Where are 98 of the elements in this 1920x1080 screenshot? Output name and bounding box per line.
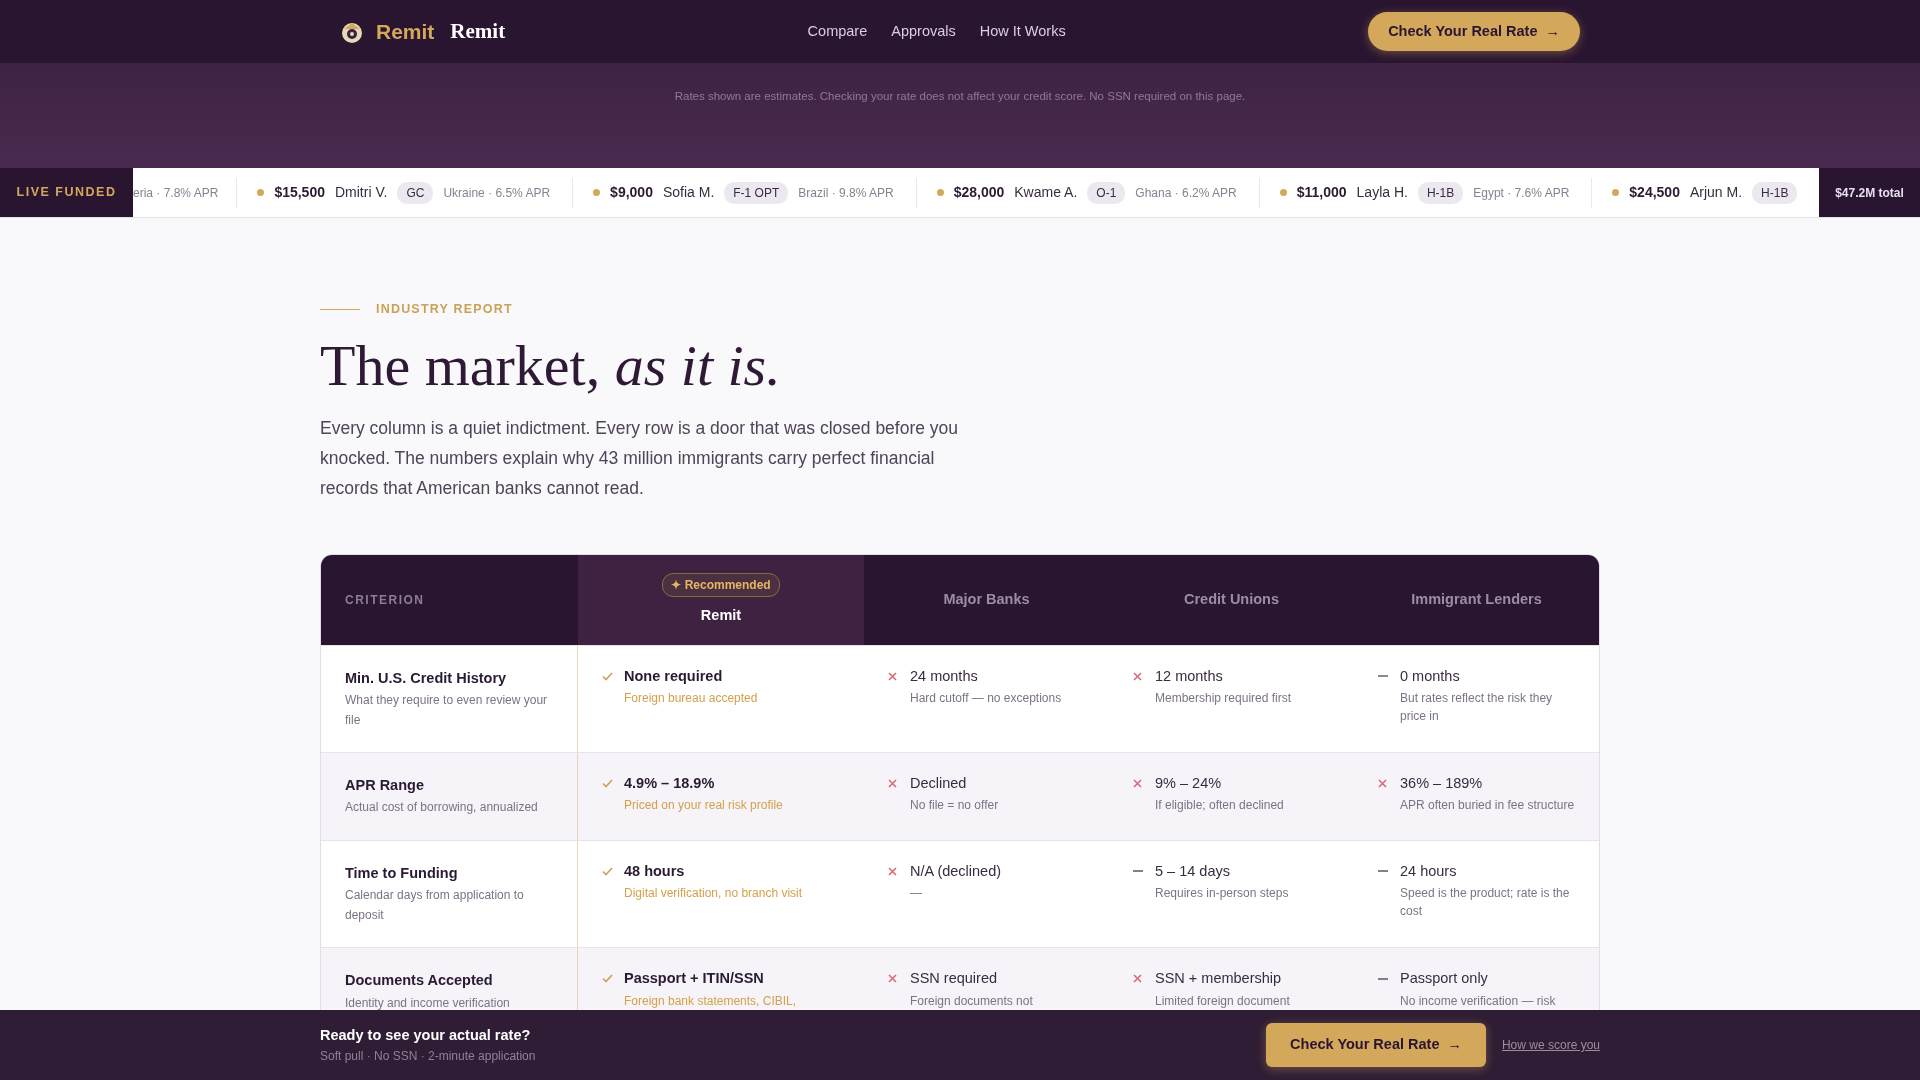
brand-wordmark[interactable]: Remit — [450, 15, 506, 48]
cell-value: SSN + membership — [1155, 968, 1283, 988]
check-icon — [602, 866, 613, 876]
rate-button[interactable]: Check Your Real Rate → — [1266, 1023, 1486, 1067]
cell-note: Membership required first — [1155, 690, 1292, 708]
visa-tag: O-1 — [1087, 181, 1126, 204]
cell-note: Requires in-person steps — [1155, 885, 1289, 903]
ticker-amount: $24,500 — [1629, 183, 1680, 202]
column-header: CRITERION — [344, 591, 426, 609]
disclaimer-text: Rates shown are estimates. Checking your rate does not affect your credit score. No SSN required on this page. — [674, 89, 1246, 104]
cross-icon — [1133, 974, 1142, 984]
page-title: The market, as it is. — [320, 331, 782, 400]
cell-note: Limited foreign document — [1155, 992, 1290, 1010]
section-eyebrow: INDUSTRY REPORT — [376, 301, 513, 318]
score-link[interactable]: How we score you — [1501, 1036, 1600, 1054]
nav-link[interactable]: Compare — [807, 20, 868, 43]
cta-subtitle: Soft pull · No SSN · 2-minute application — [320, 1047, 536, 1065]
cell-note: Foreign bureau accepted — [624, 690, 758, 708]
criterion-name: Min. U.S. Credit History — [345, 668, 508, 688]
dash-icon — [1378, 870, 1388, 873]
cross-icon — [1378, 779, 1387, 788]
cell-note: Hard cutoff — no exceptions — [910, 690, 1062, 708]
nav-link[interactable]: Approvals — [891, 20, 956, 43]
ticker-amount: $15,500 — [274, 183, 325, 202]
nav-link[interactable]: How It Works — [979, 20, 1066, 43]
cell-note: Foreign bank statements, CIBIL, — [624, 992, 797, 1010]
ticker-name: Sofia M. — [662, 183, 715, 202]
column-header: Immigrant Lenders — [1411, 589, 1542, 609]
ticker-amount: $11,000 — [1296, 183, 1347, 202]
dash-icon — [1378, 977, 1388, 980]
criterion-description: Calendar days from application to deposit — [345, 887, 525, 924]
cell-value: N/A (declined) — [910, 861, 1002, 881]
check-icon — [602, 974, 613, 984]
cell-note: — — [910, 885, 923, 903]
visa-tag: F-1 OPT — [724, 181, 789, 204]
cell-note: But rates reflect the risk they price in — [1400, 690, 1554, 725]
ticker-name: Layla H. — [1356, 183, 1408, 202]
ticker-amount: $9,000 — [610, 183, 653, 202]
ticker-name: Kwame A. — [1014, 183, 1078, 202]
check-icon — [602, 779, 613, 788]
ticker-detail: Ukraine · 6.5% APR — [443, 184, 551, 202]
visa-tag: H-1B — [1417, 181, 1464, 204]
dash-icon — [1133, 870, 1143, 873]
dash-icon — [1378, 675, 1388, 678]
brand-name[interactable]: Remit — [376, 15, 435, 48]
cell-note: No file = no offer — [910, 797, 999, 815]
ticker-detail: Brazil · 9.8% APR — [798, 184, 894, 202]
visa-tag: H-1B — [1752, 181, 1798, 204]
cell-note: Foreign documents not — [910, 992, 1033, 1010]
check-icon — [602, 671, 613, 681]
criterion-name: Documents Accepted — [345, 970, 494, 990]
cell-value: 0 months — [1400, 666, 1461, 686]
cross-icon — [888, 974, 897, 984]
ticker-amount: $28,000 — [953, 183, 1005, 202]
cell-value: None required — [624, 666, 724, 686]
cell-value: Declined — [910, 773, 968, 793]
cell-value: Passport + ITIN/SSN — [624, 968, 765, 988]
live-label: LIVE FUNDED — [0, 168, 133, 217]
cell-value: 12 months — [1155, 666, 1224, 686]
column-header: Credit Unions — [1183, 589, 1280, 609]
cross-icon — [1133, 779, 1142, 788]
cell-value: 9% – 24% — [1155, 773, 1223, 793]
column-header: Major Banks — [943, 589, 1030, 609]
cell-value: 5 – 14 days — [1155, 861, 1231, 881]
cell-value: 4.9% – 18.9% — [624, 773, 716, 793]
cross-icon — [888, 779, 897, 788]
cross-icon — [1133, 671, 1142, 681]
cell-note: If eligible; often declined — [1155, 797, 1284, 815]
intro-paragraph: Every column is a quiet indictment. Every row is a door that was closed before you knocked. The numbers explain why 43 million immigrants carry perfect financial records that American banks cannot read. — [320, 417, 960, 500]
cell-note: Priced on your real risk profile — [624, 797, 783, 815]
criterion-description: Actual cost of borrowing, annualized — [345, 799, 539, 817]
cross-icon — [888, 671, 897, 681]
ticker-detail: eria · 7.8% APR — [133, 184, 219, 202]
rate-button[interactable]: Check Your Real Rate → — [1368, 11, 1580, 52]
recommended-badge: ✦ Recommended — [662, 572, 780, 597]
cell-value: 48 hours — [624, 861, 686, 881]
criterion-description: What they require to even review your file — [345, 692, 549, 729]
criterion-name: APR Range — [345, 775, 425, 795]
cell-value: 36% – 189% — [1400, 773, 1484, 793]
cell-value: 24 months — [910, 666, 979, 686]
cell-note: No income verification — risk — [1400, 992, 1556, 1010]
cell-note: Speed is the product; rate is the cost — [1400, 885, 1571, 920]
cell-note: Digital verification, no branch visit — [624, 885, 803, 903]
cell-note: APR often buried in fee structure — [1400, 797, 1575, 815]
ticker-name: Arjun M. — [1689, 183, 1743, 202]
column-header: Remit — [700, 605, 742, 625]
visa-tag: GC — [397, 181, 434, 204]
criterion-description: Identity and income verification — [345, 994, 511, 1010]
ticker-detail: Egypt · 7.6% APR — [1473, 184, 1570, 202]
cell-value: 24 hours — [1400, 861, 1458, 881]
criterion-name: Time to Funding — [345, 863, 459, 883]
cell-value: Passport only — [1400, 968, 1489, 988]
ticker-detail: Ghana · 6.2% APR — [1135, 184, 1237, 202]
cross-icon — [888, 866, 897, 876]
total-label: $47.2M total — [1819, 168, 1920, 217]
ticker-name: Dmitri V. — [335, 183, 388, 202]
cta-title: Ready to see your actual rate? — [320, 1026, 532, 1046]
cell-value: SSN required — [910, 968, 999, 988]
